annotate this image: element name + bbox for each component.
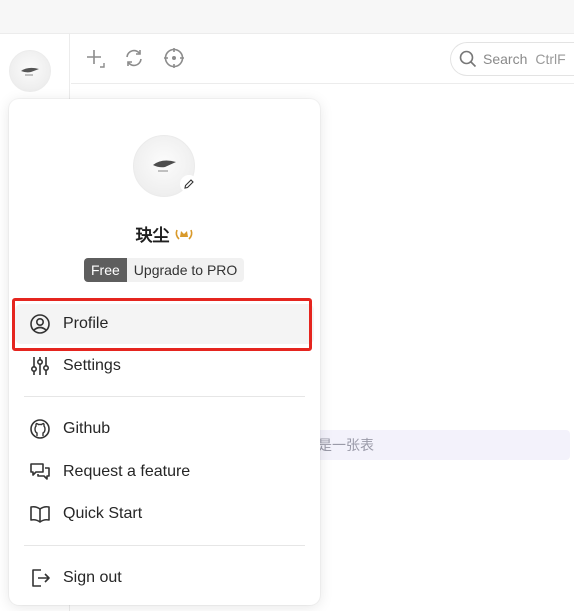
- menu-item-quick-start[interactable]: Quick Start: [15, 494, 314, 534]
- chat-bubbles-icon: [29, 461, 51, 483]
- edit-avatar-button[interactable]: [180, 175, 198, 193]
- background-table-row: 是一张表: [300, 430, 570, 460]
- menu-item-label: Settings: [63, 357, 121, 374]
- upgrade-to-pro-button[interactable]: Upgrade to PRO: [126, 258, 245, 282]
- username: 玦尘: [135, 226, 170, 245]
- user-circle-icon: [29, 313, 51, 335]
- menu-divider: [24, 545, 305, 546]
- menu-divider: [24, 396, 305, 397]
- window-top-strip: [0, 0, 574, 34]
- menu-item-profile[interactable]: Profile: [15, 304, 314, 344]
- user-avatar-button[interactable]: [9, 50, 51, 92]
- search-placeholder: Search: [483, 51, 528, 67]
- user-dropdown-menu: 玦尘 Free Upgrade to PRO Profile Settings …: [9, 99, 320, 605]
- menu-item-label: Quick Start: [63, 505, 143, 522]
- background-row-text: 是一张表: [318, 437, 374, 453]
- add-icon[interactable]: [83, 46, 107, 70]
- top-toolbar: Search CtrlF: [71, 34, 574, 84]
- username-row: 玦尘: [9, 221, 320, 246]
- menu-item-label: Github: [63, 420, 111, 437]
- sliders-icon: [29, 355, 51, 377]
- plan-badge: Free Upgrade to PRO: [84, 258, 245, 282]
- menu-item-label: Sign out: [63, 569, 122, 586]
- menu-item-request-feature[interactable]: Request a feature: [15, 452, 314, 492]
- search-icon: [459, 50, 477, 68]
- avatar-sketch-icon: [153, 160, 176, 172]
- menu-item-github[interactable]: Github: [15, 409, 314, 449]
- menu-item-settings[interactable]: Settings: [15, 346, 314, 386]
- sign-out-icon: [29, 567, 51, 589]
- search-input[interactable]: Search CtrlF: [450, 42, 574, 76]
- menu-item-sign-out[interactable]: Sign out: [15, 558, 314, 598]
- github-icon: [29, 418, 51, 440]
- crown-laurel-icon: [175, 229, 192, 240]
- plan-free-label: Free: [84, 258, 127, 282]
- pencil-icon: [184, 179, 194, 189]
- search-shortcut: CtrlF: [535, 51, 566, 67]
- avatar-sketch-icon: [21, 67, 39, 76]
- target-icon[interactable]: [162, 46, 186, 70]
- menu-item-label: Request a feature: [63, 463, 191, 480]
- book-open-icon: [29, 503, 51, 525]
- refresh-icon[interactable]: [122, 46, 146, 70]
- menu-item-label: Profile: [63, 315, 109, 332]
